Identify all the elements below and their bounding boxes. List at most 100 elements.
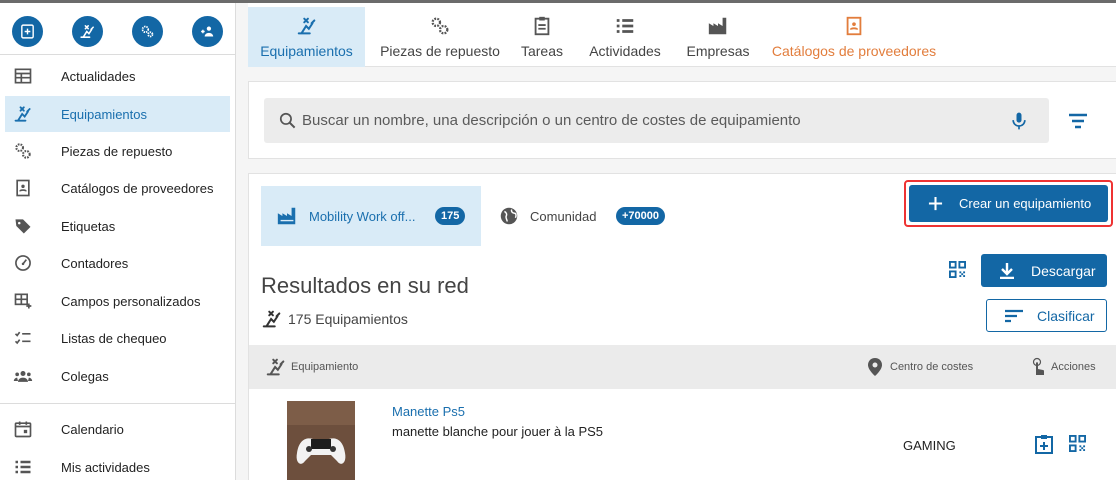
column-equipment[interactable]: Equipamiento: [265, 345, 358, 389]
table-row[interactable]: Manette Ps5 manette blanche pour jouer à…: [249, 389, 1116, 480]
column-label: Equipamiento: [291, 361, 359, 373]
factory-icon: [277, 207, 296, 225]
filter-icon[interactable]: [1067, 112, 1089, 130]
qr-code-icon[interactable]: [949, 261, 966, 278]
equipment-icon: [266, 358, 285, 376]
add-task-icon[interactable]: [1035, 434, 1053, 454]
download-label: Descargar: [1031, 262, 1096, 279]
sidebar-item-etiquetas[interactable]: Etiquetas: [5, 208, 230, 244]
tab-catalogos[interactable]: Catálogos de proveedores: [772, 7, 936, 67]
calendar-icon: [13, 419, 33, 439]
touch-icon: [1032, 357, 1044, 375]
tab-empresas[interactable]: Empresas: [680, 7, 756, 67]
gauge-icon: [13, 253, 33, 273]
equipment-icon: [13, 104, 33, 124]
column-label: Acciones: [1051, 361, 1096, 373]
equipment-thumbnail: [287, 401, 355, 480]
checklist-icon: [13, 328, 33, 348]
people-icon: [13, 366, 33, 386]
results-title: Resultados en su red: [261, 273, 469, 298]
column-actions: Acciones: [1031, 345, 1096, 389]
source-label: Mobility Work off...: [309, 208, 416, 224]
catalog-icon: [846, 16, 862, 36]
results-panel: Mobility Work off... 175 Comunidad +7000…: [248, 173, 1116, 480]
list-icon: [616, 19, 634, 33]
search-panel: [248, 81, 1116, 159]
results-count-label: 175 Equipamientos: [288, 311, 408, 327]
equipment-description: manette blanche pour jouer à la PS5: [392, 424, 604, 439]
sidebar-item-campos[interactable]: Campos personalizados: [5, 283, 230, 319]
tab-label: Empresas: [686, 43, 750, 59]
sidebar-item-equipamientos[interactable]: Equipamientos: [5, 96, 230, 132]
quick-parts-button[interactable]: [132, 16, 163, 47]
source-count-badge: 175: [435, 207, 466, 225]
new-request-icon: [21, 24, 34, 39]
results-count: 175 Equipamientos: [261, 308, 408, 330]
location-pin-icon: [868, 358, 882, 376]
sort-button[interactable]: Clasificar: [986, 299, 1107, 332]
sidebar-item-piezas[interactable]: Piezas de repuesto: [5, 133, 230, 169]
source-count-badge: +70000: [616, 207, 666, 225]
quick-equipment-button[interactable]: [72, 16, 103, 47]
tab-label: Tareas: [520, 43, 564, 59]
search-box: [264, 98, 1049, 143]
tab-actividades[interactable]: Actividades: [584, 7, 666, 67]
sidebar-item-label: Listas de chequeo: [61, 330, 167, 346]
parts-icon: [141, 25, 154, 38]
equipment-name-link[interactable]: Manette Ps5: [392, 404, 465, 419]
cost-center-value: GAMING: [903, 438, 956, 453]
module-tabs: Equipamientos Piezas de repuesto Tareas …: [248, 3, 1116, 67]
sidebar-item-label: Actualidades: [61, 68, 136, 84]
sidebar-item-catalogos[interactable]: Catálogos de proveedores: [5, 170, 230, 206]
sidebar-item-mis-actividades[interactable]: Mis actividades: [5, 449, 230, 480]
plus-icon: [928, 196, 943, 211]
sidebar-item-label: Campos personalizados: [61, 293, 201, 309]
sidebar-item-label: Equipamientos: [61, 106, 147, 122]
create-label: Crear un equipamiento: [959, 196, 1092, 211]
tab-tareas[interactable]: Tareas: [514, 7, 570, 67]
download-button[interactable]: Descargar: [981, 254, 1107, 287]
tab-piezas[interactable]: Piezas de repuesto: [375, 7, 505, 67]
download-icon: [1000, 263, 1014, 279]
tab-equipamientos[interactable]: Equipamientos: [248, 7, 365, 67]
sidebar-item-calendario[interactable]: Calendario: [5, 411, 230, 447]
search-input[interactable]: [302, 98, 1002, 143]
microphone-icon[interactable]: [1009, 110, 1029, 132]
sidebar-item-label: Etiquetas: [61, 218, 116, 234]
sidebar-item-label: Contadores: [61, 255, 129, 271]
sidebar-item-colegas[interactable]: Colegas: [5, 358, 230, 394]
globe-icon: [500, 207, 518, 225]
source-tab-mobility-work[interactable]: Mobility Work off... 175: [261, 186, 481, 246]
sidebar-item-label: Colegas: [61, 368, 109, 384]
sort-icon: [1005, 309, 1023, 323]
tab-label: Equipamientos: [260, 43, 353, 59]
table-header: Equipamiento Centro de costes Acciones: [249, 345, 1116, 389]
sort-label: Clasificar: [1037, 307, 1095, 324]
equipment-icon: [80, 25, 94, 38]
news-icon: [13, 66, 33, 86]
list-icon: [13, 457, 33, 477]
column-cost-center[interactable]: Centro de costes: [867, 345, 973, 389]
tag-icon: [13, 216, 33, 236]
sidebar-item-label: Catálogos de proveedores: [61, 180, 214, 196]
quick-actions: [12, 16, 224, 52]
sidebar: Actualidades Equipamientos Piezas de rep…: [0, 3, 236, 480]
sidebar-item-listas[interactable]: Listas de chequeo: [5, 320, 230, 356]
sidebar-item-actualidades[interactable]: Actualidades: [5, 58, 230, 94]
column-label: Centro de costes: [890, 361, 974, 373]
search-icon: [279, 112, 296, 129]
add-colleague-button[interactable]: [192, 16, 223, 47]
tab-label: Piezas de repuesto: [380, 43, 500, 59]
source-label: Comunidad: [530, 208, 597, 224]
source-tab-comunidad[interactable]: Comunidad +70000: [495, 186, 675, 246]
new-request-button[interactable]: [12, 16, 43, 47]
factory-icon: [708, 17, 727, 35]
sidebar-item-label: Piezas de repuesto: [61, 143, 173, 159]
equipment-icon: [262, 310, 281, 328]
create-equipment-button[interactable]: Crear un equipamiento: [909, 185, 1108, 222]
sidebar-item-contadores[interactable]: Contadores: [5, 245, 230, 281]
gears-icon: [431, 17, 449, 35]
clipboard-icon: [534, 16, 550, 36]
qr-code-icon[interactable]: [1069, 435, 1086, 452]
add-colleague-icon: [201, 26, 214, 37]
